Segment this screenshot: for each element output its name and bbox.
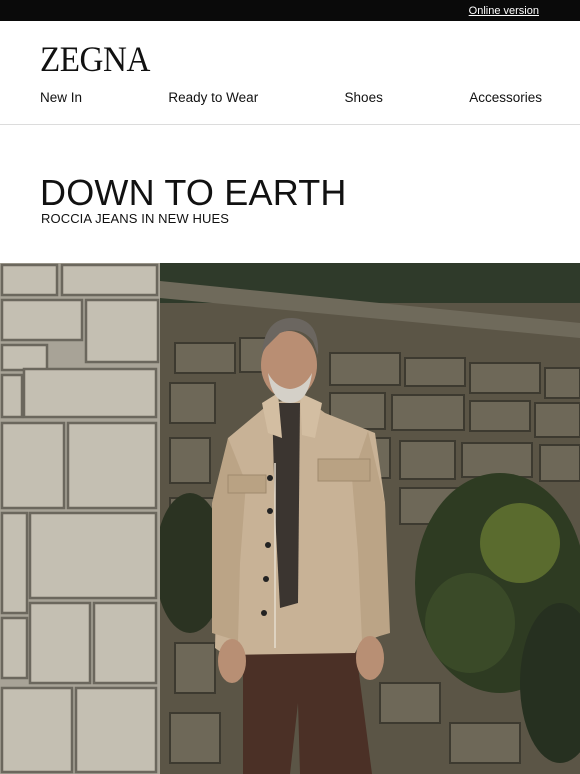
hero-image[interactable] bbox=[0, 263, 580, 774]
nav-item-ready-to-wear[interactable]: Ready to Wear bbox=[168, 90, 258, 105]
header: ZEGNA New In Ready to Wear Shoes Accesso… bbox=[0, 21, 580, 125]
top-bar: Online version bbox=[0, 0, 580, 21]
nav-item-accessories[interactable]: Accessories bbox=[469, 90, 542, 105]
nav-item-shoes[interactable]: Shoes bbox=[345, 90, 383, 105]
hero-text-block: DOWN TO EARTH ROCCIA JEANS IN NEW HUES bbox=[0, 125, 580, 263]
hero-subtitle: ROCCIA JEANS IN NEW HUES bbox=[41, 211, 230, 226]
stone-pillar bbox=[0, 263, 160, 774]
online-version-link[interactable]: Online version bbox=[469, 5, 539, 17]
nav-item-new-in[interactable]: New In bbox=[40, 90, 82, 105]
hero-image-illustration bbox=[0, 263, 580, 774]
main-nav: New In Ready to Wear Shoes Accessories bbox=[40, 90, 542, 105]
brand-logo[interactable]: ZEGNA bbox=[40, 38, 150, 80]
hero-title: DOWN TO EARTH bbox=[40, 172, 347, 213]
